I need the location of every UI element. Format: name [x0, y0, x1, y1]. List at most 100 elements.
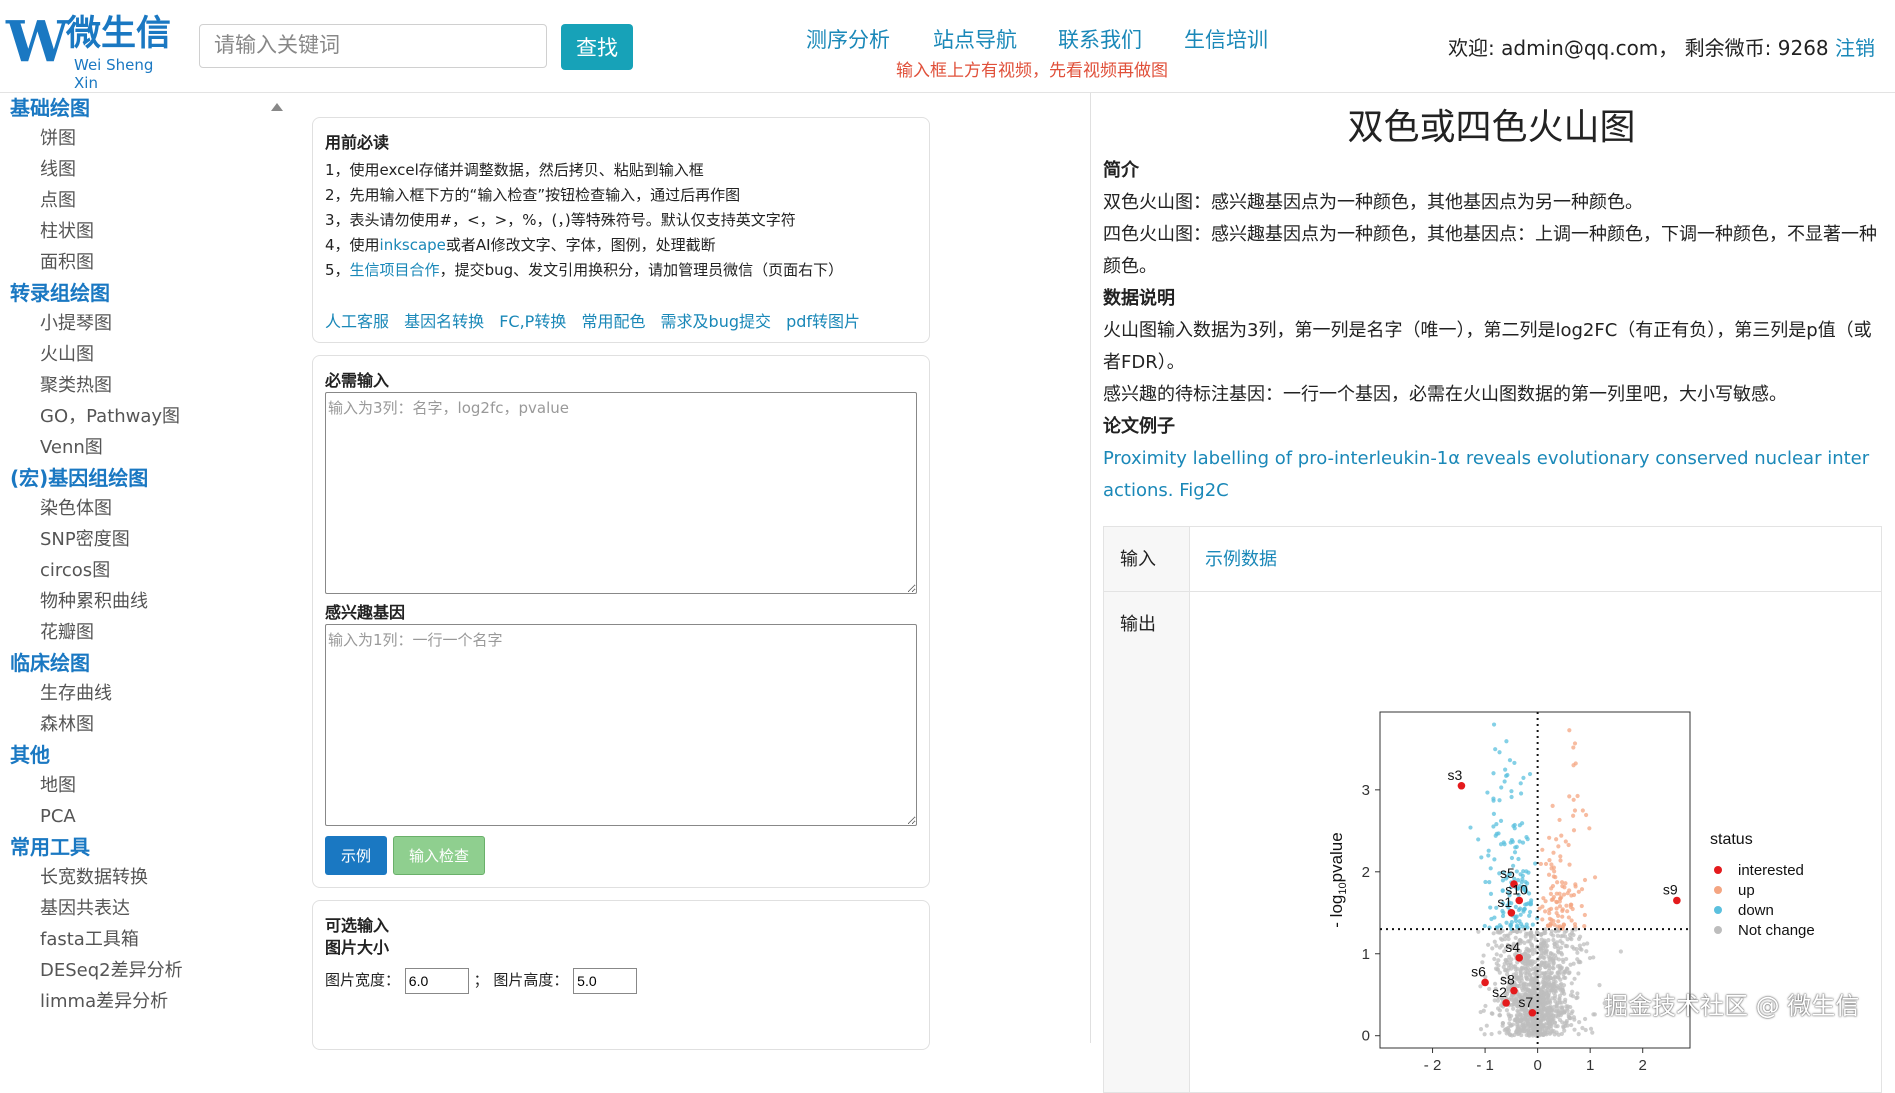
height-label: 图片高度： [493, 971, 569, 989]
search-input[interactable] [199, 24, 547, 68]
sidebar-item[interactable]: 长宽数据转换 [40, 862, 292, 893]
sidebar-item[interactable]: 染色体图 [40, 493, 292, 524]
data-point [1543, 991, 1548, 996]
data-point [1574, 946, 1579, 952]
data-point [1527, 1030, 1532, 1035]
sidebar-item[interactable]: SNP密度图 [40, 524, 292, 555]
data-point [1478, 1009, 1483, 1015]
data-point [1556, 957, 1562, 962]
data-point [1540, 917, 1545, 922]
data-point [1516, 1024, 1522, 1029]
nav-sequencing-analysis[interactable]: 测序分析 [806, 24, 890, 54]
data-point [1512, 1018, 1517, 1023]
input-check-button[interactable]: 输入检查 [393, 836, 485, 875]
data-point [1505, 772, 1510, 778]
legend-label: Not change [1738, 922, 1815, 939]
sidebar-item[interactable]: 花瓣图 [40, 617, 292, 648]
sidebar-item[interactable]: 森林图 [40, 709, 292, 740]
data-point [1562, 991, 1567, 996]
data-point [1541, 975, 1546, 980]
sidebar-section-title[interactable]: 转录组绘图 [10, 278, 292, 308]
data-point [1550, 803, 1555, 809]
nav-contact-us[interactable]: 联系我们 [1058, 24, 1142, 54]
data-point [1492, 956, 1497, 962]
paper-link[interactable]: Proximity labelling of pro-interleukin-1… [1103, 443, 1880, 507]
data-point [1519, 986, 1525, 991]
data-point [1569, 893, 1574, 898]
sidebar-item[interactable]: 点图 [40, 185, 292, 216]
x-tick-label: 0 [1533, 1057, 1541, 1072]
link-pdf-to-image[interactable]: pdf转图片 [786, 312, 860, 331]
collaboration-link[interactable]: 生信项目合作 [350, 261, 440, 279]
link-gene-name-convert[interactable]: 基因名转换 [404, 312, 484, 331]
sidebar-section-title[interactable]: 基础绘图 [10, 93, 292, 123]
sidebar-item[interactable]: 基因共表达 [40, 893, 292, 924]
data-point [1553, 874, 1558, 880]
data-point [1556, 844, 1561, 849]
data-point [1527, 909, 1533, 915]
data-point [1577, 1020, 1582, 1025]
data-point [1542, 909, 1548, 914]
data-point [1538, 1019, 1543, 1024]
sidebar-item[interactable]: 生存曲线 [40, 678, 292, 709]
sidebar-item[interactable]: 面积图 [40, 247, 292, 278]
data-point [1580, 808, 1585, 813]
data-point [1569, 1022, 1574, 1028]
site-logo[interactable]: W 微生信 Wei Sheng Xin [6, 10, 181, 92]
sidebar-item[interactable]: 火山图 [40, 339, 292, 370]
sidebar-item[interactable]: fasta工具箱 [40, 924, 292, 955]
sidebar-item[interactable]: PCA [40, 801, 292, 832]
legend-label: down [1738, 902, 1774, 919]
data-point [1582, 1016, 1588, 1022]
link-color-palettes[interactable]: 常用配色 [581, 312, 645, 331]
sidebar-item[interactable]: 线图 [40, 154, 292, 185]
data-point [1534, 929, 1540, 935]
y-axis-label: - log10pvalue [1327, 832, 1349, 927]
data-point [1582, 912, 1587, 918]
data-point [1492, 915, 1497, 920]
link-fc-p-convert[interactable]: FC,P转换 [499, 312, 566, 331]
sidebar-item[interactable]: 物种累积曲线 [40, 586, 292, 617]
sidebar-item[interactable]: DESeq2差异分析 [40, 955, 292, 986]
sidebar-section-title[interactable]: (宏)基因组绘图 [10, 463, 292, 493]
sidebar-item[interactable]: Venn图 [40, 432, 292, 463]
link-customer-service[interactable]: 人工客服 [325, 312, 389, 331]
inkscape-link[interactable]: inkscape [380, 236, 446, 254]
sidebar-item[interactable]: limma差异分析 [40, 986, 292, 1017]
data-point [1500, 888, 1505, 893]
logout-link[interactable]: 注销 [1835, 36, 1875, 60]
sidebar-item[interactable]: 饼图 [40, 123, 292, 154]
sidebar-item[interactable]: 小提琴图 [40, 308, 292, 339]
data-point [1545, 1000, 1550, 1005]
height-input[interactable] [573, 967, 638, 994]
interested-point [1481, 978, 1489, 987]
scroll-up-arrow-icon[interactable] [271, 103, 283, 111]
data-point [1497, 1013, 1503, 1018]
width-input[interactable] [404, 967, 469, 994]
data-point [1548, 891, 1554, 896]
link-bug-report[interactable]: 需求及bug提交 [661, 312, 771, 331]
nav-site-navigation[interactable]: 站点导航 [933, 24, 1017, 54]
sidebar-item[interactable]: circos图 [40, 555, 292, 586]
data-point [1587, 955, 1593, 961]
data-description: 火山图输入数据为3列，第一列是名字（唯一），第二列是log2FC（有正有负），第… [1103, 320, 1872, 373]
sidebar-section-title[interactable]: 临床绘图 [10, 648, 292, 678]
data-point [1575, 995, 1580, 1000]
data-point [1571, 828, 1577, 833]
data-point [1508, 960, 1513, 965]
sidebar-item[interactable]: GO，Pathway图 [40, 401, 292, 432]
nav-training[interactable]: 生信培训 [1184, 24, 1268, 54]
example-button[interactable]: 示例 [325, 836, 387, 875]
y-tick-label: 3 [1362, 782, 1370, 799]
interest-genes-textarea[interactable] [325, 624, 917, 826]
data-point [1521, 775, 1526, 780]
sidebar-item[interactable]: 地图 [40, 770, 292, 801]
sidebar-section-title[interactable]: 常用工具 [10, 832, 292, 862]
data-point [1538, 861, 1544, 867]
data-input-textarea[interactable] [325, 392, 917, 594]
example-data-link[interactable]: 示例数据 [1205, 549, 1277, 570]
sidebar-item[interactable]: 柱状图 [40, 216, 292, 247]
sidebar-item[interactable]: 聚类热图 [40, 370, 292, 401]
sidebar-section-title[interactable]: 其他 [10, 740, 292, 770]
search-button[interactable]: 查找 [561, 24, 633, 70]
